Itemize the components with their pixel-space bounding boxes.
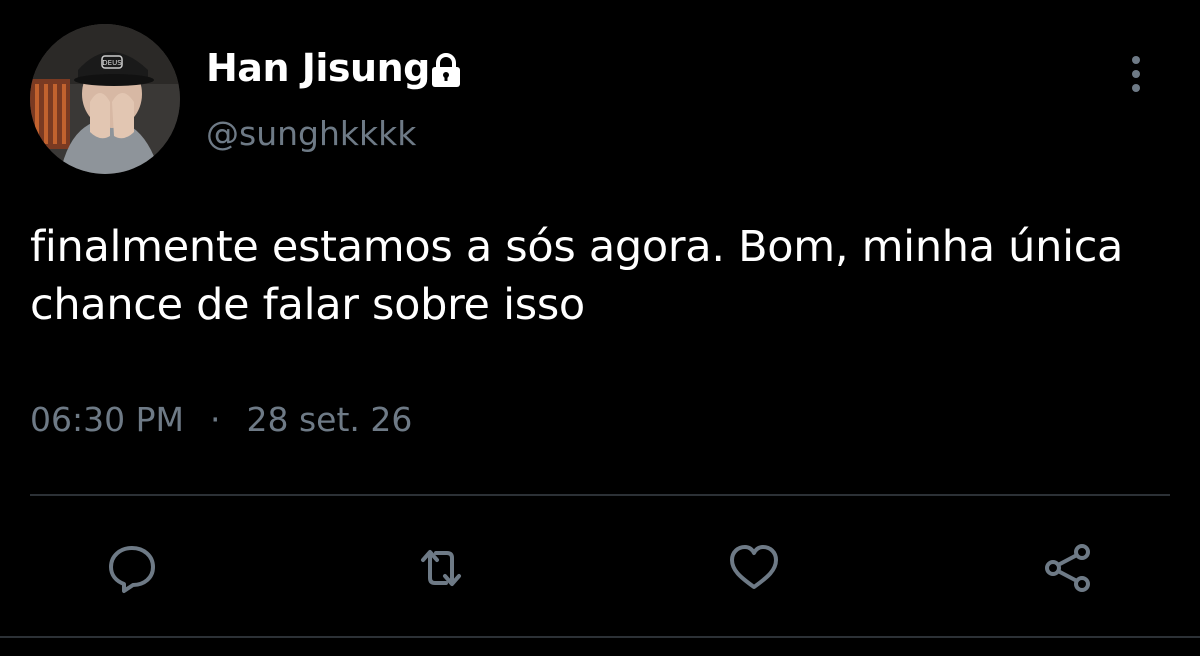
more-options-icon[interactable]: [1120, 52, 1152, 96]
meta-separator: ·: [209, 400, 221, 439]
svg-text:DEUS: DEUS: [102, 59, 122, 67]
reply-button[interactable]: [104, 540, 160, 596]
like-icon: [730, 545, 778, 589]
tweet-text: finalmente estamos a sós agora. Bom, min…: [30, 222, 1124, 330]
bottom-divider: [0, 636, 1200, 638]
like-button[interactable]: [726, 540, 782, 596]
tweet: DEUS Han Jisung @sunghkkkk finalmente es…: [0, 0, 1200, 656]
share-icon: [1045, 544, 1090, 592]
tweet-meta: 06:30 PM · 28 set. 26: [30, 400, 412, 439]
tweet-date: 28 set. 26: [246, 400, 413, 439]
lock-icon: [432, 53, 460, 87]
retweet-button[interactable]: [413, 540, 469, 596]
user-handle[interactable]: @sunghkkkk: [206, 114, 416, 153]
reply-icon: [109, 546, 155, 593]
divider: [30, 494, 1170, 496]
avatar[interactable]: DEUS: [30, 24, 180, 174]
avatar-photo: DEUS: [30, 24, 180, 174]
tweet-time: 06:30 PM: [30, 400, 184, 439]
display-name[interactable]: Han Jisung: [206, 46, 430, 90]
share-button[interactable]: [1040, 540, 1096, 596]
retweet-icon: [421, 550, 461, 586]
